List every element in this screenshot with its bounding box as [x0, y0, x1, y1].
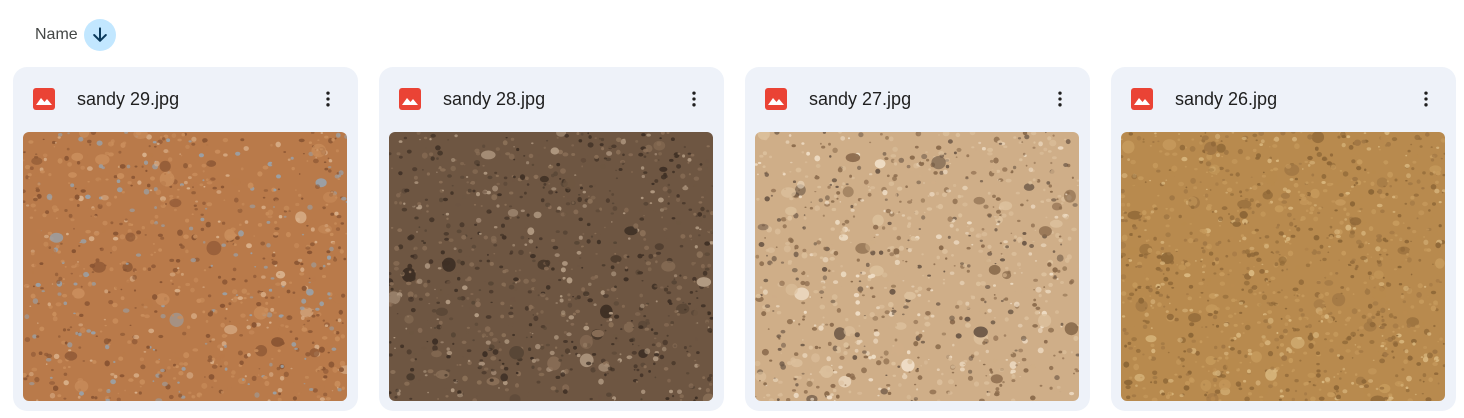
more-vert-icon	[1058, 91, 1062, 107]
file-name: sandy 29.jpg	[77, 89, 180, 109]
more-vert-icon	[692, 91, 696, 107]
image-file-icon	[765, 88, 787, 110]
thumbnail-image	[755, 132, 1079, 401]
sort-direction-button[interactable]	[83, 19, 116, 51]
more-options-button[interactable]	[1044, 83, 1076, 115]
image-file-icon	[399, 88, 421, 110]
file-card[interactable]: sandy 29.jpg	[13, 67, 358, 411]
file-card-header: sandy 29.jpg	[13, 67, 358, 131]
file-grid: sandy 29.jpg sandy 28.jpg sandy 27.jpg s…	[13, 67, 1456, 411]
file-card-header: sandy 27.jpg	[745, 67, 1090, 131]
sort-label[interactable]: Name	[35, 26, 78, 44]
more-options-button[interactable]	[312, 83, 344, 115]
file-name: sandy 26.jpg	[1175, 89, 1278, 109]
file-card-header: sandy 28.jpg	[379, 67, 724, 131]
file-card-header: sandy 26.jpg	[1111, 67, 1456, 131]
arrow-down-icon	[92, 27, 107, 42]
file-thumbnail[interactable]	[389, 132, 713, 401]
more-options-button[interactable]	[1410, 83, 1442, 115]
more-vert-icon	[1424, 91, 1428, 107]
file-thumbnail[interactable]	[23, 132, 347, 401]
sort-bar: Name	[35, 18, 116, 52]
file-card[interactable]: sandy 28.jpg	[379, 67, 724, 411]
image-file-icon	[33, 88, 55, 110]
more-options-button[interactable]	[678, 83, 710, 115]
file-thumbnail[interactable]	[1121, 132, 1445, 401]
more-vert-icon	[326, 91, 330, 107]
file-name: sandy 28.jpg	[443, 89, 546, 109]
thumbnail-image	[1121, 132, 1445, 401]
thumbnail-image	[23, 132, 347, 401]
file-name: sandy 27.jpg	[809, 89, 912, 109]
file-card[interactable]: sandy 26.jpg	[1111, 67, 1456, 411]
file-card[interactable]: sandy 27.jpg	[745, 67, 1090, 411]
thumbnail-image	[389, 132, 713, 401]
file-thumbnail[interactable]	[755, 132, 1079, 401]
image-file-icon	[1131, 88, 1153, 110]
